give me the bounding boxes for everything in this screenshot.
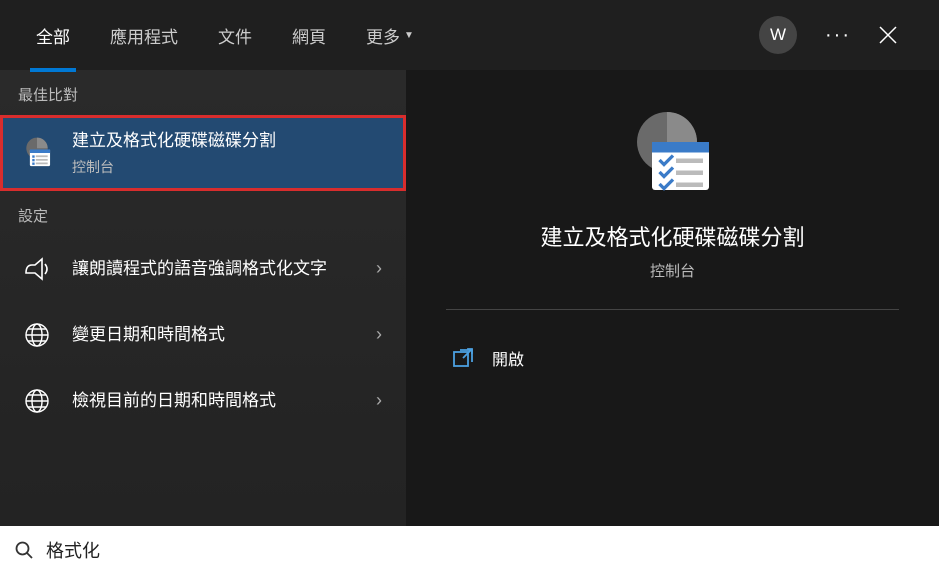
- disk-management-icon: [18, 134, 56, 172]
- result-title: 建立及格式化硬碟磁碟分割: [72, 129, 388, 153]
- user-avatar[interactable]: W: [759, 16, 797, 54]
- action-open-label: 開啟: [492, 346, 524, 370]
- body: 最佳比對: [0, 70, 939, 574]
- disk-management-large-icon: [625, 106, 721, 202]
- filter-tab-bar: 全部 應用程式 文件 網頁 更多 ▼ W ···: [0, 0, 939, 70]
- result-subtitle: 控制台: [72, 157, 388, 177]
- result-title: 變更日期和時間格式: [72, 323, 370, 347]
- result-text: 讓朗讀程式的語音強調格式化文字: [72, 257, 370, 281]
- preview-subtitle: 控制台: [650, 260, 695, 281]
- filter-tabs: 全部 應用程式 文件 網頁 更多 ▼: [30, 0, 420, 72]
- action-open[interactable]: 開啟: [446, 336, 899, 380]
- tab-web[interactable]: 網頁: [286, 0, 332, 72]
- result-title: 檢視目前的日期和時間格式: [72, 389, 370, 413]
- result-setting-3[interactable]: 檢視目前的日期和時間格式 ›: [0, 368, 406, 434]
- search-input[interactable]: [46, 540, 925, 561]
- tab-all[interactable]: 全部: [30, 0, 76, 72]
- result-text: 變更日期和時間格式: [72, 323, 370, 347]
- result-setting-2[interactable]: 變更日期和時間格式 ›: [0, 302, 406, 368]
- search-icon: [14, 540, 34, 560]
- tab-more-label: 更多: [366, 23, 400, 48]
- close-icon: [879, 26, 897, 44]
- globe-icon: [18, 316, 56, 354]
- search-bar: [0, 526, 939, 574]
- chevron-right-icon: ›: [370, 390, 388, 411]
- result-title: 讓朗讀程式的語音強調格式化文字: [72, 257, 370, 281]
- close-button[interactable]: [879, 26, 909, 44]
- preview-column: 建立及格式化硬碟磁碟分割 控制台 開啟: [406, 70, 939, 574]
- chevron-right-icon: ›: [370, 324, 388, 345]
- result-text: 檢視目前的日期和時間格式: [72, 389, 370, 413]
- chevron-down-icon: ▼: [404, 30, 414, 41]
- preview-header: 建立及格式化硬碟磁碟分割 控制台: [446, 106, 899, 310]
- tab-apps[interactable]: 應用程式: [104, 0, 184, 72]
- search-window: 全部 應用程式 文件 網頁 更多 ▼ W ··· 最佳比對: [0, 0, 939, 574]
- section-best-match: 最佳比對: [0, 70, 406, 115]
- preview-title: 建立及格式化硬碟磁碟分割: [540, 220, 804, 252]
- more-options-button[interactable]: ···: [825, 24, 851, 47]
- tab-more[interactable]: 更多 ▼: [360, 0, 420, 72]
- result-text: 建立及格式化硬碟磁碟分割 控制台: [72, 129, 388, 177]
- result-setting-1[interactable]: 讓朗讀程式的語音強調格式化文字 ›: [0, 236, 406, 302]
- chevron-right-icon: ›: [370, 258, 388, 279]
- narrator-icon: [18, 250, 56, 288]
- result-best-match[interactable]: 建立及格式化硬碟磁碟分割 控制台: [0, 115, 406, 191]
- globe-icon: [18, 382, 56, 420]
- header-controls: W ···: [759, 16, 929, 54]
- tab-documents[interactable]: 文件: [212, 0, 258, 72]
- results-column: 最佳比對: [0, 70, 406, 574]
- preview-actions: 開啟: [446, 310, 899, 380]
- section-settings: 設定: [0, 191, 406, 236]
- open-icon: [452, 347, 474, 369]
